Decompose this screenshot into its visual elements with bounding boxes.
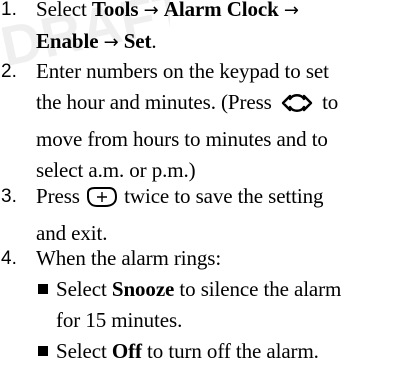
arrow-icon: → bbox=[283, 0, 299, 21]
step-text: Press twice to save the setting and exit… bbox=[36, 181, 398, 249]
step-3-line-1: Press twice to save the setting bbox=[36, 181, 398, 218]
select-word: Select bbox=[36, 0, 92, 21]
bullet-1-suffix: to silence the alarm bbox=[174, 277, 342, 301]
bullet-2-suffix: to turn off the alarm. bbox=[141, 339, 319, 363]
step-1-line-2: Enable → Set. bbox=[36, 26, 398, 58]
menu-tools: Tools bbox=[91, 0, 139, 21]
menu-alarm-clock: Alarm Clock bbox=[163, 0, 279, 21]
step-text: Select Tools → Alarm Clock → Enable → Se… bbox=[36, 0, 398, 58]
instructions-page: DRAFT 1. Select Tools → Alarm Clock → En… bbox=[0, 0, 402, 363]
step-2-line-2: the hour and minutes. (Press to bbox=[36, 87, 398, 124]
option-off: Off bbox=[111, 339, 142, 363]
step-4-line-1: When the alarm rings: bbox=[36, 246, 222, 270]
menu-set: Set bbox=[123, 29, 152, 53]
arrow-icon: → bbox=[143, 0, 159, 21]
step-2-line-2-prefix: the hour and minutes. (Press bbox=[36, 90, 272, 114]
bullet-1-prefix: Select bbox=[56, 277, 112, 301]
step-number: 3. bbox=[1, 186, 17, 207]
step-2-line-3: move from hours to minutes and to bbox=[36, 127, 328, 151]
bullet-item-snooze-cont: for 15 minutes. bbox=[56, 308, 183, 332]
bullet-2-prefix: Select bbox=[56, 339, 112, 363]
step-1-line-1: Select Tools → Alarm Clock → bbox=[36, 0, 398, 26]
step-text: When the alarm rings: Select Snooze to s… bbox=[36, 243, 398, 363]
step-2-line-1: Enter numbers on the keypad to set bbox=[36, 59, 329, 83]
step-number: 4. bbox=[1, 248, 17, 269]
arrow-icon: → bbox=[103, 32, 119, 53]
bullet-item-snooze: Select Snooze to silence the alarm bbox=[38, 274, 341, 305]
menu-enable: Enable bbox=[36, 29, 99, 53]
bullet-square-icon bbox=[38, 284, 48, 294]
step-number: 2. bbox=[1, 61, 17, 82]
bullet-item-off: Select Off to turn off the alarm. bbox=[38, 336, 319, 367]
option-snooze: Snooze bbox=[111, 277, 175, 301]
step-3-line-1-prefix: Press bbox=[36, 184, 80, 208]
step-2-line-2-suffix: to bbox=[322, 90, 339, 114]
period: . bbox=[151, 29, 157, 53]
bullet-square-icon bbox=[38, 346, 48, 356]
ok-key-icon bbox=[85, 185, 119, 218]
navigation-key-icon bbox=[277, 91, 317, 124]
step-number: 1. bbox=[1, 0, 17, 20]
step-text: Enter numbers on the keypad to set the h… bbox=[36, 56, 398, 186]
step-3-line-1-suffix: twice to save the setting bbox=[124, 184, 324, 208]
